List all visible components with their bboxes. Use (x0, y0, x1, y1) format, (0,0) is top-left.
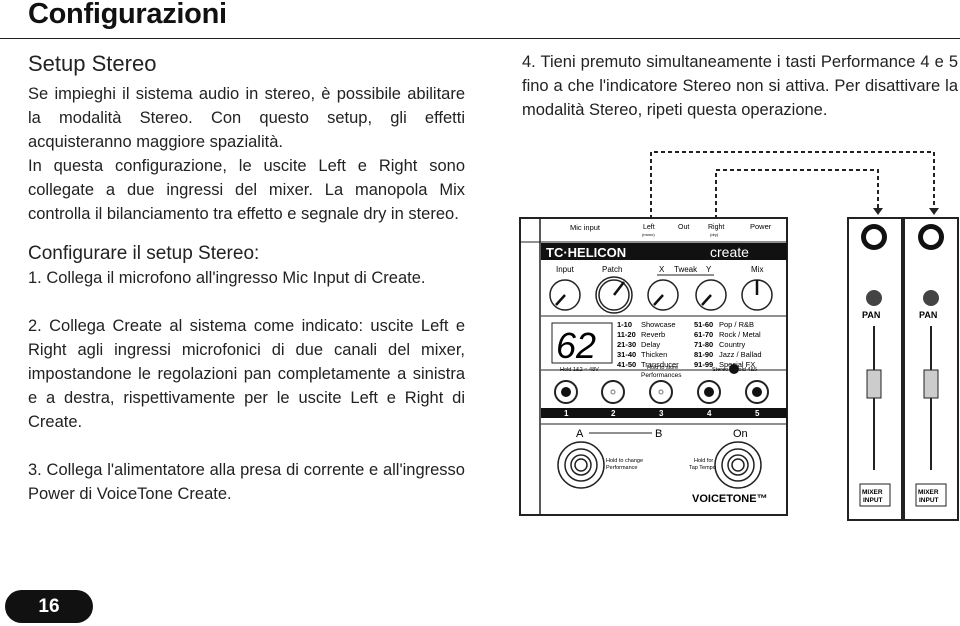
svg-text:(mono): (mono) (642, 232, 655, 237)
left-out-cable (650, 151, 935, 226)
patch-display: 62 (556, 325, 596, 366)
svg-text:(dry): (dry) (710, 232, 719, 237)
svg-text:4: 4 (707, 409, 712, 418)
svg-text:Country: Country (719, 340, 746, 349)
svg-text:INPUT: INPUT (863, 497, 883, 504)
svg-text:Power: Power (750, 222, 772, 231)
svg-text:Input: Input (556, 265, 575, 274)
svg-text:Hold to store: Hold to store (647, 365, 678, 371)
svg-text:91-99: 91-99 (694, 360, 713, 369)
svg-text:Hold to change: Hold to change (606, 458, 643, 464)
brand-logo: TC·HELICON (546, 245, 626, 260)
svg-text:Left: Left (643, 224, 655, 231)
svg-text:B: B (655, 428, 662, 440)
mixer-channel-right: PAN MIXER INPUT (903, 217, 959, 521)
svg-text:Showcase: Showcase (641, 320, 676, 329)
svg-text:MIXER: MIXER (862, 489, 883, 496)
svg-text:71-80: 71-80 (694, 340, 713, 349)
svg-text:5: 5 (755, 409, 760, 418)
svg-text:Thicken: Thicken (641, 350, 667, 359)
svg-text:41-50: 41-50 (617, 360, 636, 369)
mixer-channel-left: PAN MIXER INPUT (847, 217, 903, 521)
svg-text:Right: Right (708, 224, 724, 231)
svg-text:21-30: 21-30 (617, 340, 636, 349)
voicetone-logo: VOICETONE™ (692, 493, 768, 505)
svg-text:PAN: PAN (919, 310, 937, 320)
svg-text:X: X (659, 265, 665, 274)
stereo-setup-diagram: Mic input Left (mono) Out Right (dry) Po… (519, 151, 959, 521)
svg-text:Patch: Patch (602, 265, 622, 274)
svg-text:Y: Y (706, 265, 712, 274)
svg-text:Hold 1&2 ○ 48V: Hold 1&2 ○ 48V (560, 367, 599, 373)
svg-text:Tweak: Tweak (674, 265, 698, 274)
arrow-icon (873, 208, 883, 215)
svg-text:MIXER: MIXER (918, 489, 939, 496)
svg-text:Mic input: Mic input (570, 223, 601, 232)
svg-text:Reverb: Reverb (641, 330, 665, 339)
svg-text:On: On (733, 428, 748, 440)
cable-lines (650, 151, 935, 226)
svg-text:Tap Tempo: Tap Tempo (689, 465, 716, 471)
svg-text:A: A (576, 428, 584, 440)
svg-text:51-60: 51-60 (694, 320, 713, 329)
svg-text:Hold for: Hold for (694, 458, 713, 464)
stereo-led (729, 364, 739, 374)
model-name: create (710, 244, 749, 260)
svg-text:Delay: Delay (641, 340, 660, 349)
svg-text:61-70: 61-70 (694, 330, 713, 339)
voicetone-create-device: Mic input Left (mono) Out Right (dry) Po… (519, 217, 788, 516)
svg-text:2: 2 (611, 409, 616, 418)
svg-text:Mix: Mix (751, 265, 763, 274)
arrow-icon (929, 208, 939, 215)
svg-text:PAN: PAN (862, 310, 880, 320)
svg-text:Pop / R&B: Pop / R&B (719, 320, 754, 329)
svg-text:INPUT: INPUT (919, 497, 939, 504)
svg-text:3: 3 (659, 409, 664, 418)
svg-text:11-20: 11-20 (617, 330, 636, 339)
svg-text:Performances: Performances (641, 372, 682, 379)
svg-text:31-40: 31-40 (617, 350, 636, 359)
svg-text:1-10: 1-10 (617, 320, 632, 329)
svg-text:Rock / Metal: Rock / Metal (719, 330, 761, 339)
svg-text:1: 1 (564, 409, 569, 418)
svg-text:81-90: 81-90 (694, 350, 713, 359)
svg-text:Performance: Performance (606, 465, 638, 471)
svg-text:Out: Out (678, 224, 689, 231)
svg-text:Jazz / Ballad: Jazz / Ballad (719, 350, 762, 359)
